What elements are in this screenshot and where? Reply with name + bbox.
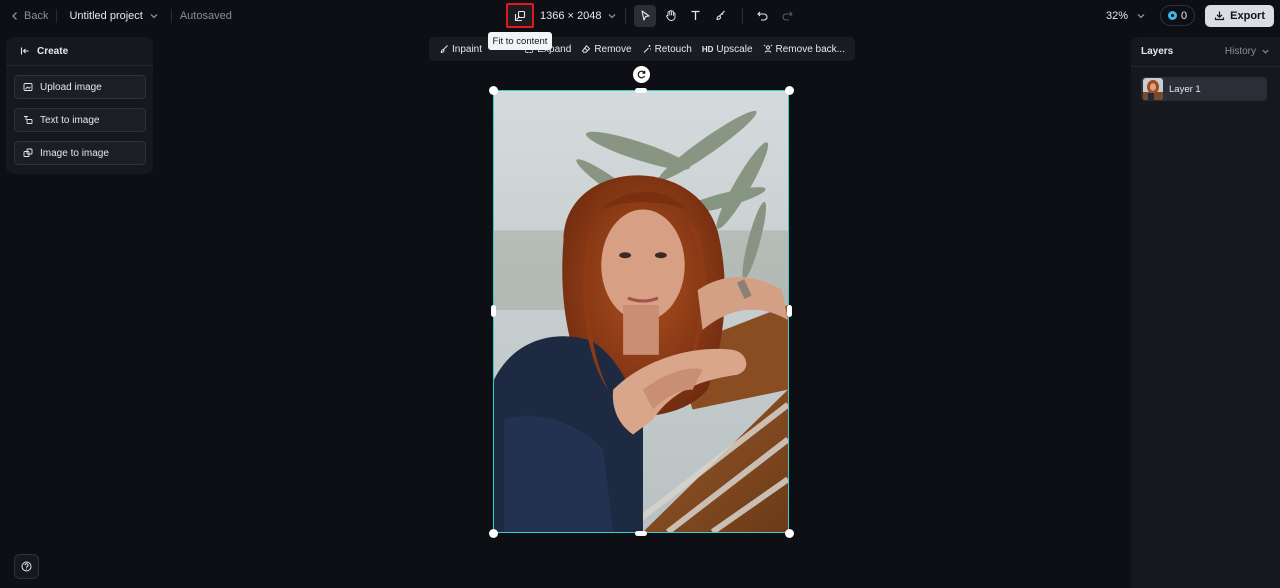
inpaint-button[interactable]: Inpaint <box>435 44 486 55</box>
back-button[interactable]: Back <box>10 10 48 22</box>
credits-count: 0 <box>1181 9 1188 22</box>
divider <box>170 8 172 23</box>
divider <box>625 7 627 24</box>
download-icon <box>1215 11 1225 21</box>
layer-thumbnail <box>1143 78 1163 100</box>
divider <box>742 7 744 24</box>
fit-to-content-button[interactable] <box>506 3 534 28</box>
upload-image-button[interactable]: Upload image <box>14 75 146 99</box>
resize-handle-top-right[interactable] <box>785 86 794 95</box>
top-bar: Back Untitled project Autosaved 1366 × 2… <box>0 0 1280 31</box>
upload-image-label: Upload image <box>40 81 102 93</box>
project-name-dropdown[interactable]: Untitled project <box>65 10 162 22</box>
question-icon <box>21 561 32 572</box>
history-label: History <box>1224 46 1256 57</box>
layer-name: Layer 1 <box>1169 83 1201 95</box>
retouch-button[interactable]: Retouch <box>638 44 696 55</box>
resize-handle-bottom-right[interactable] <box>785 529 794 538</box>
hand-icon <box>666 10 676 21</box>
back-label: Back <box>24 9 49 22</box>
text-to-image-label: Text to image <box>40 114 100 126</box>
hd-badge: HD <box>701 44 714 54</box>
inpaint-brush-icon <box>440 45 448 54</box>
export-button[interactable]: Export <box>1205 4 1274 27</box>
undo-icon <box>757 11 768 21</box>
help-button[interactable] <box>14 554 39 579</box>
save-status: Autosaved <box>179 9 232 22</box>
image-to-image-icon <box>23 148 33 157</box>
layers-title: Layers <box>1141 46 1174 57</box>
undo-button[interactable] <box>751 5 773 27</box>
retouch-label: Retouch <box>654 43 692 55</box>
upscale-label: Upscale <box>716 43 753 55</box>
upscale-button[interactable]: HD Upscale <box>698 44 757 55</box>
remove-background-button[interactable]: Remove back... <box>759 44 849 55</box>
resize-handle-right[interactable] <box>787 305 792 317</box>
chevron-down-icon <box>1137 13 1145 18</box>
chevron-left-icon <box>12 11 17 20</box>
redo-button[interactable] <box>776 5 798 27</box>
layer-item[interactable]: Layer 1 <box>1141 77 1267 101</box>
rotate-handle[interactable] <box>633 66 650 83</box>
chevron-down-icon <box>1262 49 1269 54</box>
fit-to-content-tooltip: Fit to content <box>488 32 552 50</box>
create-panel-header[interactable]: Create <box>6 37 153 66</box>
top-bar-left: Back Untitled project Autosaved <box>10 0 232 31</box>
layers-panel-header: Layers History <box>1131 37 1280 67</box>
collapse-left-icon <box>20 47 29 55</box>
eraser-icon <box>582 45 591 53</box>
resize-handle-bottom-left[interactable] <box>489 529 498 538</box>
top-bar-center: 1366 × 2048 <box>506 3 801 28</box>
remove-background-icon <box>763 44 772 53</box>
resize-handle-top[interactable] <box>635 88 647 93</box>
canvas-size: 1366 × 2048 <box>540 9 602 22</box>
history-dropdown[interactable]: History <box>1225 46 1270 57</box>
portrait-photo <box>494 91 788 532</box>
select-tool[interactable] <box>634 4 657 27</box>
hand-tool[interactable] <box>659 5 681 27</box>
rotate-icon <box>637 70 646 79</box>
credit-coin-icon <box>1168 11 1178 20</box>
brush-tool[interactable] <box>709 5 731 27</box>
create-panel: Create Upload image Text to image Image … <box>6 37 153 174</box>
layers-panel: Layers History Layer 1 <box>1131 37 1280 588</box>
fit-to-content-icon <box>514 10 526 21</box>
resize-handle-bottom[interactable] <box>635 531 647 536</box>
create-panel-title: Create <box>37 45 69 57</box>
upload-image-icon <box>23 83 33 91</box>
top-bar-right: 32% 0 Export <box>1106 4 1274 27</box>
remove-button[interactable]: Remove <box>577 44 635 55</box>
chevron-down-icon <box>609 13 616 18</box>
magic-wand-icon <box>643 45 651 53</box>
credits-button[interactable]: 0 <box>1160 5 1196 26</box>
remove-label: Remove <box>594 43 632 55</box>
chevron-down-icon <box>150 13 158 18</box>
export-label: Export <box>1230 9 1265 22</box>
resize-handle-left[interactable] <box>491 305 496 317</box>
divider <box>56 8 58 23</box>
remove-background-label: Remove back... <box>775 43 845 55</box>
image-to-image-button[interactable]: Image to image <box>14 141 146 165</box>
text-to-image-button[interactable]: Text to image <box>14 108 146 132</box>
image-to-image-label: Image to image <box>40 147 109 159</box>
canvas-size-dropdown[interactable]: 1366 × 2048 <box>540 10 617 22</box>
inpaint-label: Inpaint <box>452 43 483 55</box>
zoom-dropdown[interactable]: 32% <box>1106 10 1146 22</box>
text-to-image-icon <box>24 116 33 124</box>
redo-icon <box>782 11 793 21</box>
brush-icon <box>716 10 725 21</box>
text-tool[interactable] <box>684 5 706 27</box>
text-t-icon <box>691 10 700 20</box>
resize-handle-top-left[interactable] <box>489 86 498 95</box>
zoom-level: 32% <box>1106 9 1129 22</box>
cursor-arrow-icon <box>641 10 650 21</box>
canvas-image-layer[interactable] <box>493 90 789 533</box>
project-name: Untitled project <box>69 9 143 22</box>
